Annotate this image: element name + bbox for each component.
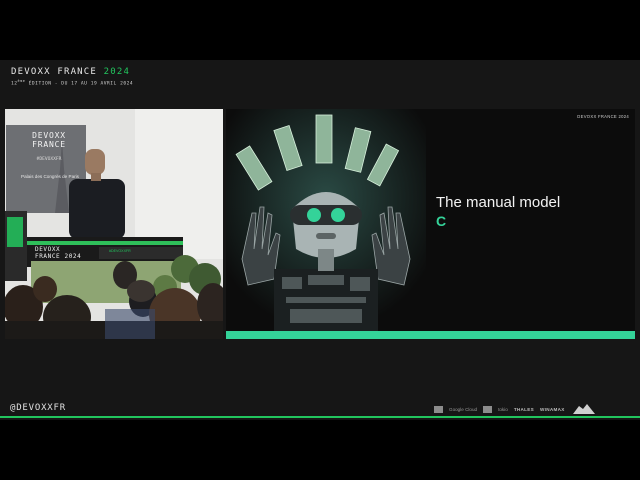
lectern-hashtag: #DEVOXXFR bbox=[109, 249, 131, 253]
sponsor-logo-icon bbox=[434, 405, 443, 413]
slide-subtitle: C bbox=[436, 213, 447, 229]
slide-accent-bar bbox=[226, 331, 635, 339]
slide-title: The manual model bbox=[436, 194, 561, 211]
robot-head bbox=[290, 192, 362, 258]
sponsor-google-cloud: Google Cloud bbox=[449, 406, 478, 412]
stream-frame: DEVOXX FRANCE 2024 12ème ÉDITION - DU 17… bbox=[0, 60, 640, 420]
event-dates: 12ème ÉDITION - DU 17 AU 19 AVRIL 2024 bbox=[11, 79, 134, 87]
lectern-brand: DEVOXX FRANCE 2024 bbox=[35, 246, 82, 260]
speaker-camera-feed: DEVOXX FRANCE #DEVOXXFR Palais des Congr… bbox=[5, 109, 223, 339]
sponsor-strip: Google Cloud tokio THALES WINAMAX bbox=[434, 403, 597, 415]
sponsor-tokio: tokio bbox=[498, 406, 508, 412]
sponsor-logo-icon bbox=[483, 405, 493, 413]
robot-illustration bbox=[226, 109, 426, 331]
sponsor-thales: THALES bbox=[513, 406, 534, 412]
mascot-icon bbox=[572, 404, 595, 414]
footer-accent-line bbox=[0, 416, 640, 418]
room-screen-title: DEVOXX FRANCE bbox=[32, 131, 66, 149]
social-handle: @DEVOXXFR bbox=[10, 403, 66, 413]
event-title: DEVOXX FRANCE 2024 bbox=[11, 67, 131, 77]
room-screen-hashtag: #DEVOXXFR bbox=[36, 157, 62, 162]
room-screen-venue: Palais des Congrès de Paris bbox=[21, 174, 79, 179]
sponsor-winamax: WINAMAX bbox=[540, 406, 565, 412]
presentation-slide: DEVOXX FRANCE 2024 The manual model C bbox=[226, 109, 635, 339]
slide-event-tag: DEVOXX FRANCE 2024 bbox=[577, 114, 629, 119]
